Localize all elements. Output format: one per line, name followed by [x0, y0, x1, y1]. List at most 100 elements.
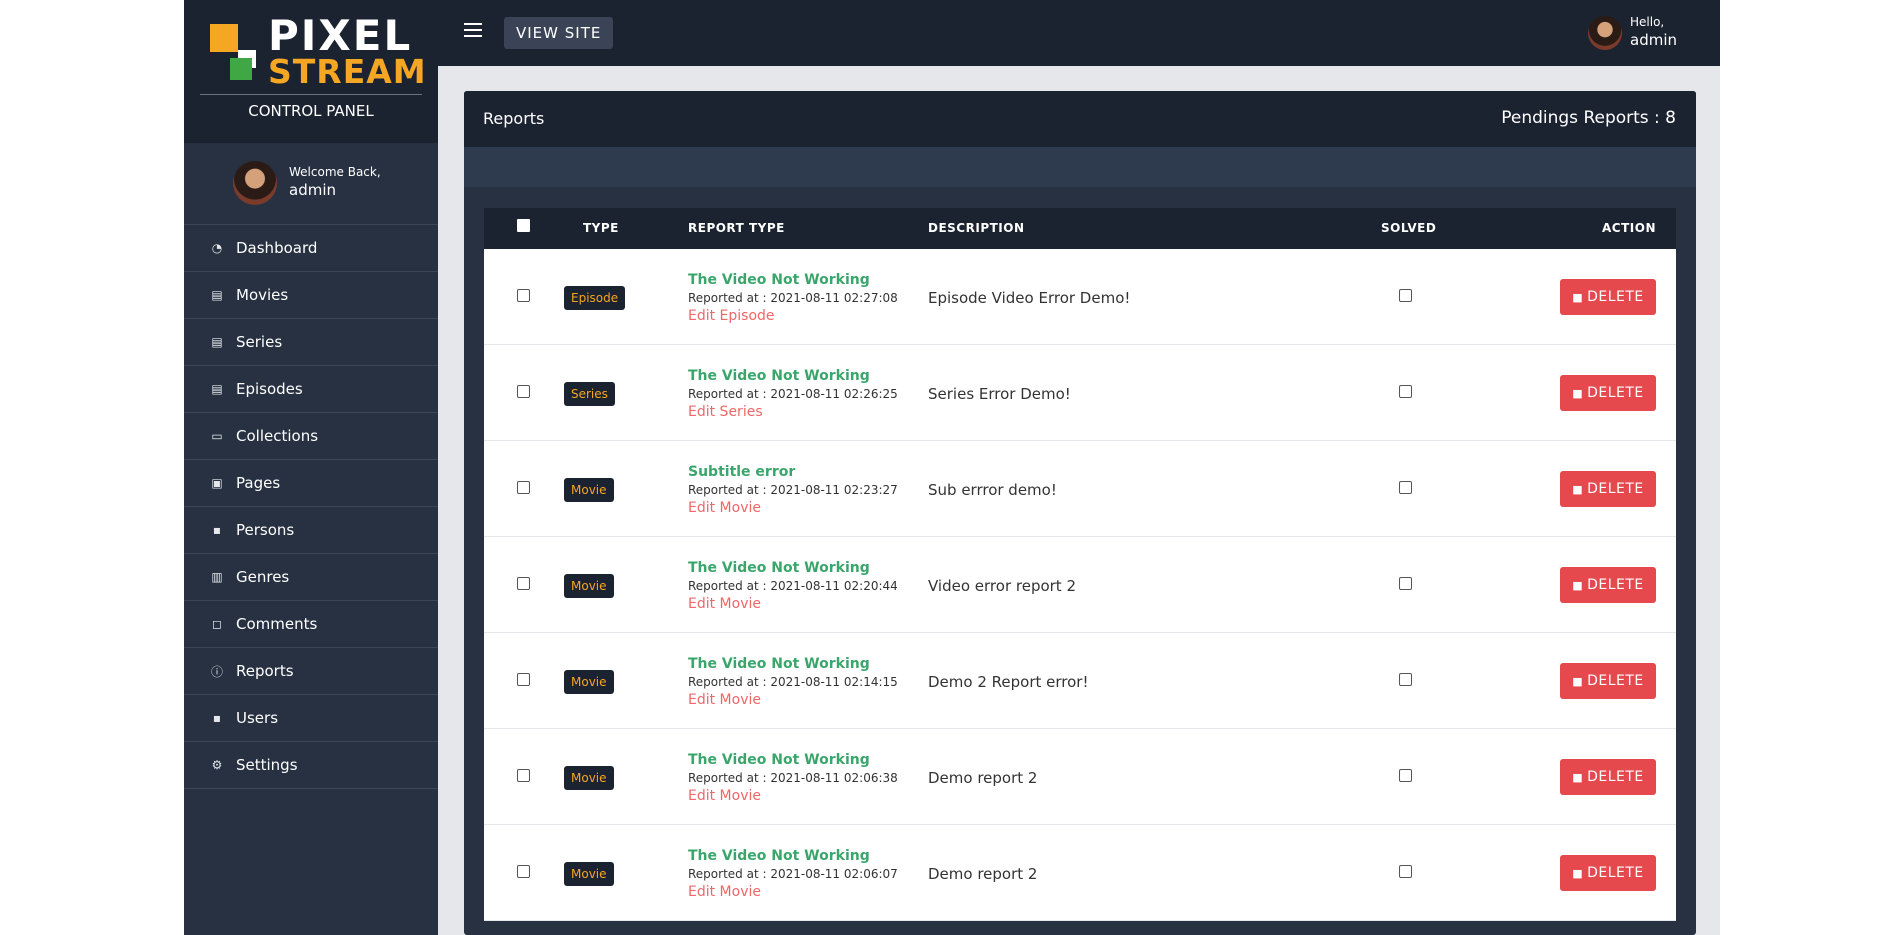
card-header: Reports Pendings Reports : 8 [464, 91, 1696, 147]
sidebar-item-comments[interactable]: ◻ Comments [184, 601, 438, 648]
row-select-checkbox[interactable] [517, 289, 530, 302]
table-row: Movie The Video Not Working Reported at … [484, 729, 1676, 825]
report-type-cell: Subtitle error Reported at : 2021-08-11 … [688, 463, 898, 517]
report-type-title: The Video Not Working [688, 752, 870, 768]
delete-button[interactable]: ■ DELETE [1560, 855, 1656, 891]
pixelstream-logo[interactable]: PIXEL STREAM [210, 14, 426, 90]
solved-checkbox[interactable] [1399, 673, 1412, 686]
type-badge: Episode [564, 286, 626, 310]
solved-checkbox[interactable] [1399, 481, 1412, 494]
trash-icon: ■ [1572, 387, 1584, 400]
sidebar-item-pages[interactable]: ▣ Pages [184, 460, 438, 507]
delete-button[interactable]: ■ DELETE [1560, 567, 1656, 603]
logo-text-stream: STREAM [268, 52, 427, 91]
edit-link[interactable]: Edit Movie [688, 595, 898, 613]
edit-link[interactable]: Edit Movie [688, 499, 898, 517]
sidebar-item-label: Comments [236, 615, 318, 633]
sidebar-item-series[interactable]: ▤ Series [184, 319, 438, 366]
edit-link[interactable]: Edit Episode [688, 307, 898, 325]
sidebar-item-settings[interactable]: ⚙ Settings [184, 742, 438, 789]
hamburger-menu-icon[interactable] [464, 23, 482, 39]
delete-label: DELETE [1587, 385, 1644, 401]
view-site-button[interactable]: VIEW SITE [504, 17, 614, 49]
sidebar-item-reports[interactable]: ⓘ Reports [184, 648, 438, 695]
delete-button[interactable]: ■ DELETE [1560, 759, 1656, 795]
trash-icon: ■ [1572, 483, 1584, 496]
sidebar-item-persons[interactable]: ▪ Persons [184, 507, 438, 554]
solved-checkbox[interactable] [1399, 289, 1412, 302]
trash-icon: ■ [1572, 771, 1584, 784]
report-type-cell: The Video Not Working Reported at : 2021… [688, 271, 898, 325]
reported-at: Reported at : 2021-08-11 02:06:38 [688, 771, 898, 785]
welcome-text: Welcome Back, [289, 165, 381, 179]
sidebar-item-episodes[interactable]: ▤ Episodes [184, 366, 438, 413]
type-badge: Series [564, 382, 615, 406]
table-row: Episode The Video Not Working Reported a… [484, 249, 1676, 345]
topbar-username[interactable]: admin [1630, 31, 1677, 49]
card-toolbar [464, 147, 1696, 187]
speedometer-icon: ◔ [211, 241, 223, 255]
edit-link[interactable]: Edit Series [688, 403, 898, 421]
reports-card: Reports Pendings Reports : 8 TYPE REPORT… [464, 91, 1696, 935]
sidebar-item-label: Genres [236, 568, 290, 586]
sidebar-item-label: Persons [236, 521, 295, 539]
report-type-title: Subtitle error [688, 464, 796, 480]
users-icon: ▪ [212, 711, 222, 725]
row-select-checkbox[interactable] [517, 481, 530, 494]
report-description: Demo 2 Report error! [928, 673, 1089, 691]
report-description: Demo report 2 [928, 865, 1038, 883]
sidebar-item-collections[interactable]: ▭ Collections [184, 413, 438, 460]
pages-icon: ▣ [211, 476, 223, 490]
report-description: Sub errror demo! [928, 481, 1057, 499]
delete-label: DELETE [1587, 577, 1644, 593]
logo-square-green [230, 58, 252, 80]
sidebar-item-label: Reports [236, 662, 294, 680]
sidebar-username: admin [289, 181, 336, 199]
edit-link[interactable]: Edit Movie [688, 787, 898, 805]
row-select-checkbox[interactable] [517, 865, 530, 878]
sidebar-item-label: Pages [236, 474, 281, 492]
control-panel-label: CONTROL PANEL [248, 102, 374, 120]
report-description: Video error report 2 [928, 577, 1077, 595]
table-row: Movie The Video Not Working Reported at … [484, 825, 1676, 921]
solved-checkbox[interactable] [1399, 865, 1412, 878]
pending-reports-count: Pendings Reports : 8 [1501, 108, 1676, 128]
delete-button[interactable]: ■ DELETE [1560, 279, 1656, 315]
row-select-checkbox[interactable] [517, 769, 530, 782]
delete-button[interactable]: ■ DELETE [1560, 471, 1656, 507]
sidebar-item-label: Movies [236, 286, 289, 304]
sidebar-item-movies[interactable]: ▤ Movies [184, 272, 438, 319]
card-title: Reports [483, 109, 545, 128]
edit-link[interactable]: Edit Movie [688, 691, 898, 709]
report-type-cell: The Video Not Working Reported at : 2021… [688, 559, 898, 613]
sidebar-item-genres[interactable]: ▥ Genres [184, 554, 438, 601]
report-description: Episode Video Error Demo! [928, 289, 1131, 307]
solved-checkbox[interactable] [1399, 577, 1412, 590]
row-select-checkbox[interactable] [517, 577, 530, 590]
avatar[interactable] [1588, 16, 1622, 50]
sidebar-item-users[interactable]: ▪ Users [184, 695, 438, 742]
table-row: Series The Video Not Working Reported at… [484, 345, 1676, 441]
delete-button[interactable]: ■ DELETE [1560, 375, 1656, 411]
row-select-checkbox[interactable] [517, 385, 530, 398]
header-action: ACTION [1602, 221, 1656, 235]
row-select-checkbox[interactable] [517, 673, 530, 686]
sidebar-menu: ◔ Dashboard ▤ Movies ▤ Series ▤ Episodes ▭ Co… [184, 225, 438, 789]
comment-icon: ◻ [212, 617, 222, 631]
people-icon: ▪ [212, 523, 222, 537]
sidebar-user-box: Welcome Back, admin [184, 143, 438, 225]
delete-label: DELETE [1587, 673, 1644, 689]
report-description: Demo report 2 [928, 769, 1038, 787]
delete-button[interactable]: ■ DELETE [1560, 663, 1656, 699]
solved-checkbox[interactable] [1399, 385, 1412, 398]
trash-icon: ■ [1572, 579, 1584, 592]
sidebar-item-label: Settings [236, 756, 298, 774]
report-type-title: The Video Not Working [688, 848, 870, 864]
delete-label: DELETE [1587, 481, 1644, 497]
report-type-cell: The Video Not Working Reported at : 2021… [688, 367, 898, 421]
solved-checkbox[interactable] [1399, 769, 1412, 782]
select-all-checkbox[interactable] [517, 219, 530, 232]
sidebar-item-dashboard[interactable]: ◔ Dashboard [184, 225, 438, 272]
film-icon: ▤ [211, 335, 223, 349]
edit-link[interactable]: Edit Movie [688, 883, 898, 901]
